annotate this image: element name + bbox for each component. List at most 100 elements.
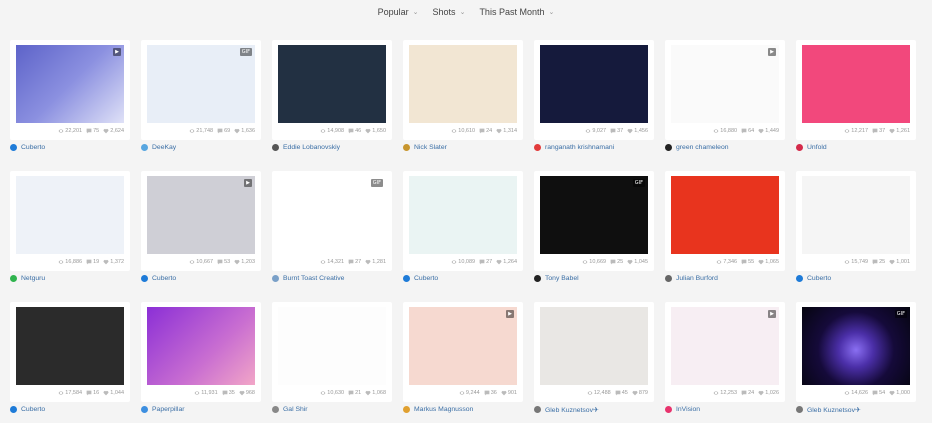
filter-timeframe[interactable]: This Past Month ⌄ [479,7,554,17]
likes-stat[interactable]: 1,314 [496,128,517,134]
shot-thumbnail[interactable]: ▶ [409,307,517,385]
shot-card[interactable]: 10,089 27 1,264 Cuberto [403,171,523,286]
shot-card[interactable]: 12,488 45 879 Gleb Kuznetsov✈ [534,302,654,417]
author-link[interactable]: Gleb Kuznetsov✈ [534,402,654,417]
shot-card[interactable]: ▶ 16,880 64 1,449 green chameleon [665,40,785,155]
shot-card[interactable]: 14,908 46 1,650 Eddie Lobanovskiy [272,40,392,155]
likes-stat[interactable]: 1,065 [758,259,779,265]
likes-stat[interactable]: 2,624 [103,128,124,134]
shot-card[interactable]: 15,749 25 1,001 Cuberto [796,171,916,286]
author-link[interactable]: green chameleon [665,140,785,155]
shot-frame[interactable]: GIF 21,748 69 1,636 [141,40,261,140]
shot-frame[interactable]: ▶ 12,253 24 1,026 [665,302,785,402]
likes-stat[interactable]: 1,449 [758,128,779,134]
shot-thumbnail[interactable] [278,307,386,385]
author-link[interactable]: Gal Shir [272,402,392,417]
likes-stat[interactable]: 1,636 [234,128,255,134]
likes-stat[interactable]: 879 [632,390,648,396]
author-link[interactable]: InVision [665,402,785,417]
shot-card[interactable]: GIF 21,748 69 1,636 DeeKay [141,40,261,155]
shot-frame[interactable]: 7,346 55 1,065 [665,171,785,271]
likes-stat[interactable]: 1,203 [234,259,255,265]
shot-frame[interactable]: GIF 14,321 27 1,281 [272,171,392,271]
shot-frame[interactable]: GIF 10,669 25 1,045 [534,171,654,271]
author-link[interactable]: Cuberto [141,271,261,286]
shot-thumbnail[interactable]: GIF [278,176,386,254]
shot-card[interactable]: 7,346 55 1,065 Julian Burford [665,171,785,286]
shot-frame[interactable]: 12,488 45 879 [534,302,654,402]
likes-stat[interactable]: 901 [501,390,517,396]
likes-stat[interactable]: 1,372 [103,259,124,265]
likes-stat[interactable]: 1,001 [889,259,910,265]
shot-card[interactable]: 16,886 19 1,372 Netguru [10,171,130,286]
shot-frame[interactable]: ▶ 22,201 75 2,624 [10,40,130,140]
shot-thumbnail[interactable] [540,307,648,385]
author-link[interactable]: Julian Burford [665,271,785,286]
author-link[interactable]: ranganath krishnamani [534,140,654,155]
shot-frame[interactable]: 14,908 46 1,650 [272,40,392,140]
shot-thumbnail[interactable] [802,176,910,254]
shot-frame[interactable]: 9,027 37 1,456 [534,40,654,140]
shot-frame[interactable]: ▶ 9,244 36 901 [403,302,523,402]
author-link[interactable]: Tony Babel [534,271,654,286]
shot-thumbnail[interactable] [278,45,386,123]
filter-shots[interactable]: Shots ⌄ [433,7,466,17]
shot-frame[interactable]: 15,749 25 1,001 [796,171,916,271]
author-link[interactable]: Eddie Lobanovskiy [272,140,392,155]
shot-card[interactable]: 10,610 24 1,314 Nick Slater [403,40,523,155]
author-link[interactable]: Cuberto [10,140,130,155]
shot-frame[interactable]: 10,089 27 1,264 [403,171,523,271]
shot-frame[interactable]: 10,610 24 1,314 [403,40,523,140]
shot-frame[interactable]: GIF 14,626 54 1,000 [796,302,916,402]
shot-thumbnail[interactable]: ▶ [671,45,779,123]
shot-card[interactable]: GIF 14,321 27 1,281 Burnt Toast Creative [272,171,392,286]
likes-stat[interactable]: 1,650 [365,128,386,134]
author-link[interactable]: Cuberto [403,271,523,286]
shot-card[interactable]: ▶ 12,253 24 1,026 InVision [665,302,785,417]
shot-thumbnail[interactable] [16,176,124,254]
likes-stat[interactable]: 1,000 [889,390,910,396]
author-link[interactable]: Burnt Toast Creative [272,271,392,286]
author-link[interactable]: Unfold [796,140,916,155]
author-link[interactable]: Paperpillar [141,402,261,417]
shot-thumbnail[interactable]: GIF [802,307,910,385]
shot-frame[interactable]: ▶ 16,880 64 1,449 [665,40,785,140]
likes-stat[interactable]: 1,044 [103,390,124,396]
shot-card[interactable]: GIF 14,626 54 1,000 Gleb Kuznetsov✈ [796,302,916,417]
author-link[interactable]: Netguru [10,271,130,286]
author-link[interactable]: Markus Magnusson [403,402,523,417]
shot-thumbnail[interactable] [409,45,517,123]
shot-frame[interactable]: 11,931 35 968 [141,302,261,402]
author-link[interactable]: Gleb Kuznetsov✈ [796,402,916,417]
shot-frame[interactable]: 12,217 37 1,261 [796,40,916,140]
likes-stat[interactable]: 1,456 [627,128,648,134]
shot-thumbnail[interactable] [16,307,124,385]
shot-card[interactable]: 17,584 16 1,044 Cuberto [10,302,130,417]
likes-stat[interactable]: 1,281 [365,259,386,265]
shot-frame[interactable]: 10,630 21 1,068 [272,302,392,402]
shot-card[interactable]: ▶ 22,201 75 2,624 Cuberto [10,40,130,155]
shot-thumbnail[interactable] [147,307,255,385]
shot-thumbnail[interactable]: ▶ [147,176,255,254]
shot-thumbnail[interactable]: GIF [147,45,255,123]
likes-stat[interactable]: 1,068 [365,390,386,396]
likes-stat[interactable]: 1,045 [627,259,648,265]
shot-card[interactable]: ▶ 9,244 36 901 Markus Magnusson [403,302,523,417]
shot-frame[interactable]: ▶ 10,667 53 1,203 [141,171,261,271]
author-link[interactable]: Cuberto [796,271,916,286]
shot-frame[interactable]: 16,886 19 1,372 [10,171,130,271]
shot-card[interactable]: GIF 10,669 25 1,045 Tony Babel [534,171,654,286]
shot-thumbnail[interactable]: ▶ [16,45,124,123]
shot-frame[interactable]: 17,584 16 1,044 [10,302,130,402]
author-link[interactable]: Cuberto [10,402,130,417]
author-link[interactable]: Nick Slater [403,140,523,155]
likes-stat[interactable]: 1,261 [889,128,910,134]
likes-stat[interactable]: 1,264 [496,259,517,265]
shot-thumbnail[interactable] [409,176,517,254]
author-link[interactable]: DeeKay [141,140,261,155]
shot-thumbnail[interactable] [802,45,910,123]
shot-card[interactable]: 10,630 21 1,068 Gal Shir [272,302,392,417]
shot-thumbnail[interactable] [540,45,648,123]
shot-thumbnail[interactable]: GIF [540,176,648,254]
shot-card[interactable]: ▶ 10,667 53 1,203 Cuberto [141,171,261,286]
